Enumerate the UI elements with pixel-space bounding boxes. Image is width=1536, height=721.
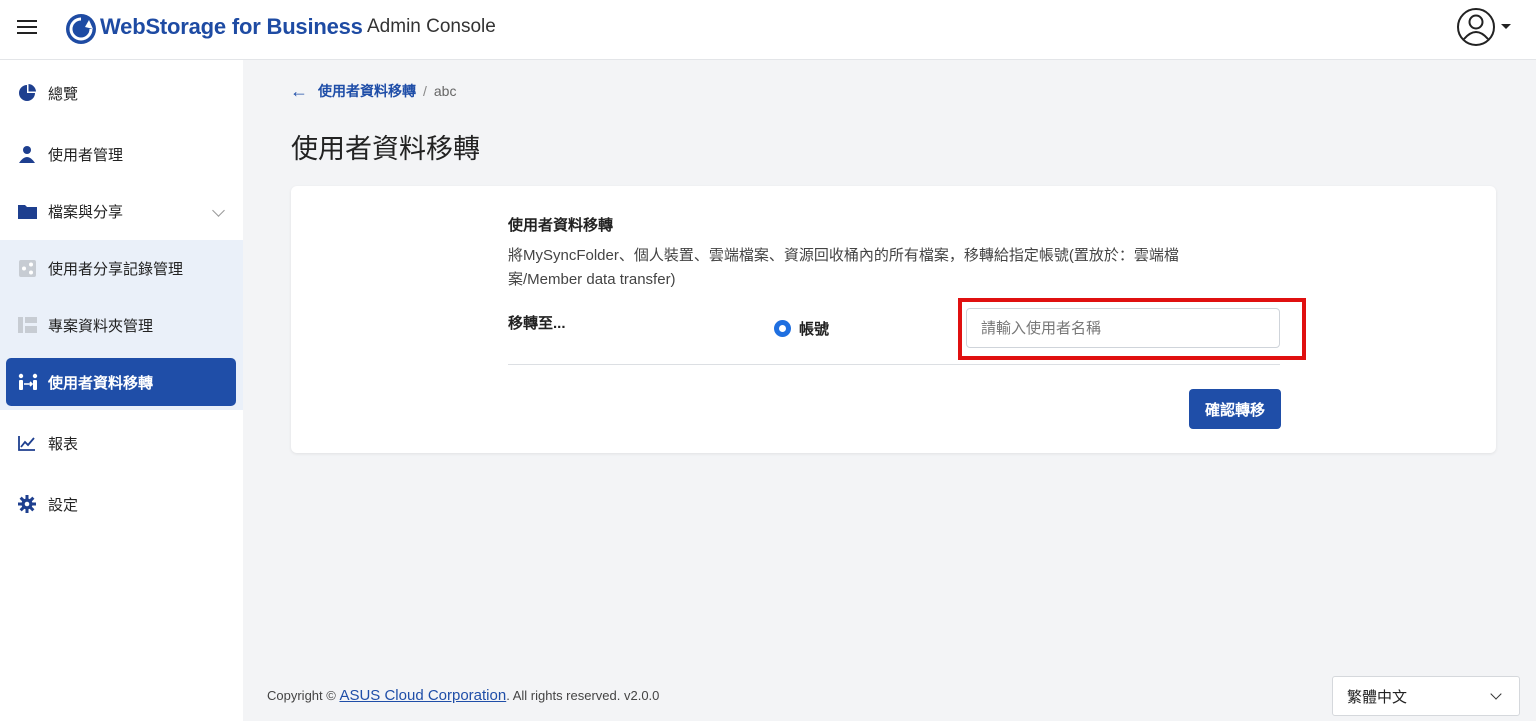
menu-icon[interactable] bbox=[17, 20, 37, 36]
sidebar: 總覽 使用者管理 檔案與分享 使用者分享記錄管理 專案資料夾管理 使用者資料移轉 bbox=[0, 60, 243, 721]
company-link[interactable]: ASUS Cloud Corporation bbox=[339, 687, 506, 704]
sidebar-item-settings[interactable]: 設定 bbox=[0, 479, 243, 529]
sidebar-item-data-transfer[interactable]: 使用者資料移轉 bbox=[6, 358, 236, 406]
breadcrumb-current: abc bbox=[433, 83, 457, 99]
language-select[interactable]: 繁體中文 bbox=[1332, 676, 1520, 716]
chevron-down-icon[interactable] bbox=[212, 204, 225, 217]
radio-selected-icon[interactable] bbox=[774, 320, 791, 337]
section-description: 將MySyncFolder、個人裝置、雲端檔案、資源回收桶內的所有檔案，移轉給指… bbox=[508, 247, 1179, 288]
divider bbox=[508, 364, 1280, 365]
transfer-card: 使用者資料移轉 將MySyncFolder、個人裝置、雲端檔案、資源回收桶內的所… bbox=[291, 186, 1496, 453]
console-subtitle: Admin Console bbox=[367, 16, 496, 37]
breadcrumb-separator: / bbox=[423, 83, 427, 99]
sidebar-item-files-sharing[interactable]: 檔案與分享 bbox=[0, 186, 243, 236]
confirm-transfer-button[interactable]: 確認轉移 bbox=[1189, 389, 1281, 429]
breadcrumb-back-link[interactable]: ← 使用者資料移轉 bbox=[290, 81, 416, 101]
brand-name: WebStorage for Business bbox=[100, 14, 363, 39]
sidebar-item-project-folders[interactable]: 專案資料夾管理 bbox=[0, 300, 243, 350]
gear-icon bbox=[17, 494, 37, 514]
sidebar-item-reports[interactable]: 報表 bbox=[0, 418, 243, 468]
top-header: WebStorage for Business Admin Console bbox=[0, 0, 1536, 60]
sidebar-item-label: 檔案與分享 bbox=[48, 203, 124, 221]
section-title: 使用者資料移轉 bbox=[508, 217, 614, 234]
language-selected: 繁體中文 bbox=[1347, 688, 1408, 706]
sidebar-item-overview[interactable]: 總覽 bbox=[0, 68, 243, 118]
line-chart-icon bbox=[17, 433, 37, 453]
footer-copyright: Copyright © ASUS Cloud Corporation. All … bbox=[267, 687, 659, 704]
sidebar-item-label: 使用者分享記錄管理 bbox=[48, 260, 184, 278]
page-title: 使用者資料移轉 bbox=[291, 134, 480, 164]
sidebar-item-label: 使用者管理 bbox=[48, 146, 124, 164]
sidebar-item-label: 使用者資料移轉 bbox=[48, 374, 154, 392]
transfer-icon bbox=[18, 372, 38, 392]
project-folder-icon bbox=[17, 315, 37, 335]
transfer-to-label: 移轉至... bbox=[508, 315, 566, 332]
breadcrumb: ← 使用者資料移轉 / abc bbox=[290, 81, 456, 101]
copyright-suffix: . All rights reserved. v2.0.0 bbox=[506, 688, 660, 703]
user-icon bbox=[17, 144, 37, 164]
sidebar-item-share-records[interactable]: 使用者分享記錄管理 bbox=[0, 243, 243, 293]
share-record-icon bbox=[17, 258, 37, 278]
webstorage-logo-icon bbox=[66, 14, 96, 44]
copyright-prefix: Copyright © bbox=[267, 688, 340, 703]
account-caret-icon[interactable] bbox=[1501, 24, 1511, 29]
sidebar-item-label: 專案資料夾管理 bbox=[48, 317, 154, 335]
folder-icon bbox=[17, 201, 37, 221]
arrow-left-icon: ← bbox=[290, 81, 308, 101]
breadcrumb-parent: 使用者資料移轉 bbox=[318, 83, 416, 99]
chevron-down-icon bbox=[1490, 688, 1502, 700]
username-input[interactable] bbox=[966, 308, 1280, 348]
account-avatar-icon[interactable] bbox=[1456, 7, 1496, 47]
sidebar-item-label: 報表 bbox=[48, 435, 79, 453]
account-radio-option[interactable]: 帳號 bbox=[774, 318, 829, 339]
sidebar-item-user-management[interactable]: 使用者管理 bbox=[0, 129, 243, 179]
pie-chart-icon bbox=[17, 83, 37, 103]
sidebar-item-label: 設定 bbox=[48, 496, 79, 514]
account-radio-label: 帳號 bbox=[799, 321, 830, 338]
sidebar-item-label: 總覽 bbox=[48, 85, 79, 103]
